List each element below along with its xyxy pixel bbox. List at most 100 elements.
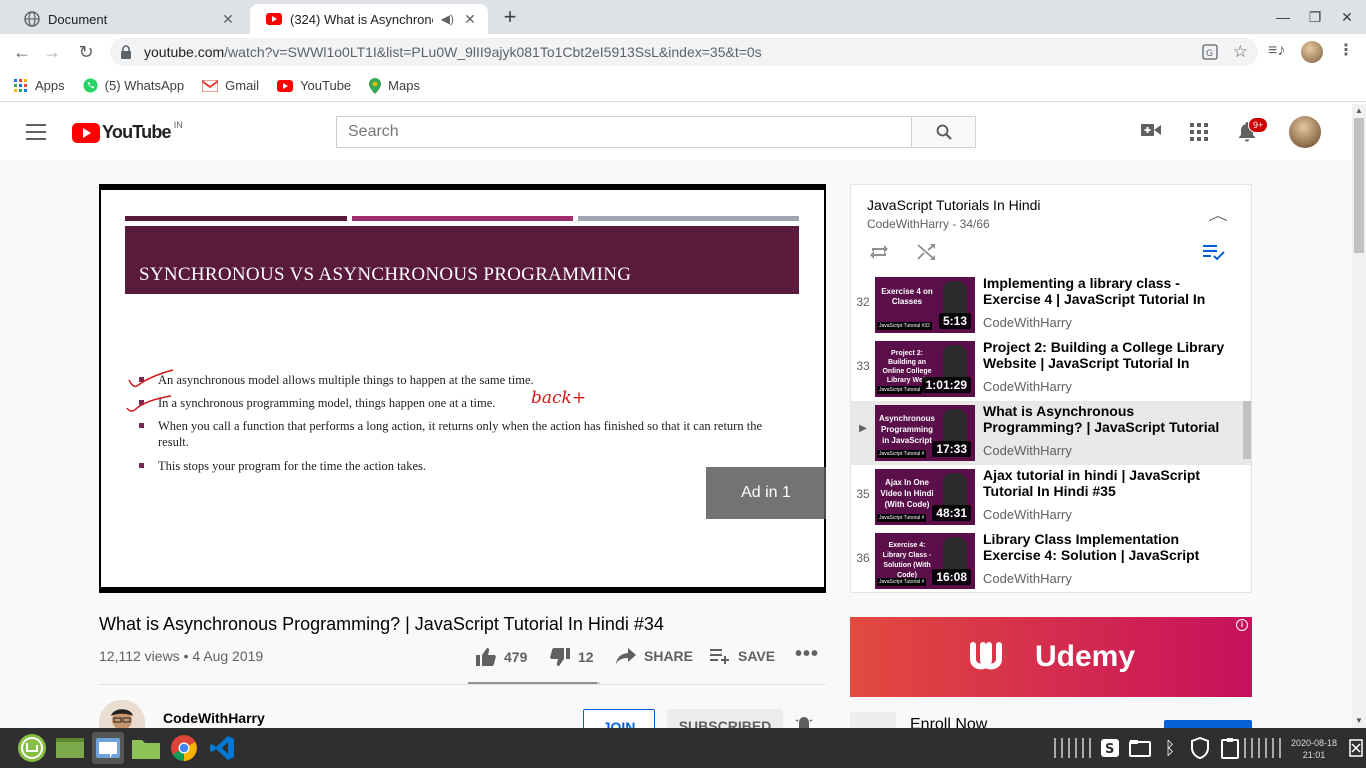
profile-avatar[interactable] — [1301, 41, 1323, 63]
save-playlist-icon[interactable] — [1203, 243, 1225, 266]
loop-icon[interactable] — [869, 243, 889, 266]
playlist-item[interactable]: 35 Ajax In One Video In Hindi (With Code… — [851, 465, 1251, 529]
account-avatar[interactable] — [1289, 116, 1321, 148]
search-icon — [936, 124, 952, 140]
collapse-chevron-icon[interactable]: ︿ — [1208, 205, 1228, 225]
bookmark-gmail[interactable]: Gmail — [202, 78, 259, 93]
save-button[interactable]: SAVE — [710, 648, 775, 664]
udemy-logo-icon — [969, 642, 1002, 670]
share-button[interactable]: SHARE — [616, 648, 693, 664]
shield-icon[interactable] — [1184, 732, 1216, 764]
ad-info-icon[interactable]: i — [1236, 619, 1248, 631]
file-manager-window-icon[interactable] — [92, 732, 124, 764]
playlist-item[interactable]: 33 Project 2: Building an Online College… — [851, 337, 1251, 401]
show-desktop-icon[interactable] — [54, 732, 86, 764]
playlist-item[interactable]: 32 Exercise 4 on Classes JavaScript Tuto… — [851, 273, 1251, 337]
network-icon[interactable] — [1346, 732, 1366, 764]
bookmark-youtube[interactable]: YouTube — [277, 78, 351, 93]
window-list-icon[interactable] — [1124, 732, 1156, 764]
speaker-icon[interactable]: ◀) — [441, 12, 454, 26]
minimize-icon[interactable]: — — [1271, 6, 1295, 28]
video-thumbnail[interactable]: Ajax In One Video In Hindi (With Code) J… — [875, 469, 975, 525]
hamburger-menu-icon[interactable] — [26, 124, 46, 140]
channel-name[interactable]: CodeWithHarry — [163, 710, 265, 726]
tab-document[interactable]: Document ✕ — [8, 4, 246, 34]
notification-count-badge: 9+ — [1248, 117, 1269, 133]
create-video-icon[interactable] — [1141, 122, 1161, 143]
search-input[interactable]: Search — [336, 116, 912, 148]
youtube-header: YouTube IN Search 9+ — [0, 104, 1352, 160]
media-control-icon[interactable]: ≡♪ — [1268, 42, 1285, 60]
bookmark-star-icon[interactable]: ☆ — [1233, 42, 1248, 62]
thumbnail-label: JavaScript Tutorial # — [877, 514, 927, 522]
thumbnail-label: JavaScript Tutorial — [877, 386, 923, 394]
playlist-subtitle: CodeWithHarry - 34/66 — [867, 217, 990, 231]
bookmark-whatsapp[interactable]: (5) WhatsApp — [83, 78, 184, 93]
browser-toolbar: ← → ↻ youtube.com/watch?v=SWWl1o0LT1I&li… — [0, 34, 1366, 70]
scroll-down-arrow-icon[interactable]: ▼ — [1355, 716, 1363, 725]
slide-title: SYNCHRONOUS VS ASYNCHRONOUS PROGRAMMING — [125, 226, 799, 294]
youtube-logo[interactable]: YouTube IN — [72, 120, 183, 143]
mint-menu-icon[interactable] — [16, 732, 48, 764]
search-button[interactable] — [911, 116, 976, 148]
apps-icon[interactable] — [1190, 123, 1208, 146]
playlist-items: 32 Exercise 4 on Classes JavaScript Tuto… — [851, 273, 1251, 593]
video-thumbnail[interactable]: Exercise 4: Library Class - Solution (Wi… — [875, 533, 975, 589]
video-duration: 1:01:29 — [921, 377, 971, 393]
playlist-item[interactable]: 36 Exercise 4: Library Class - Solution … — [851, 529, 1251, 593]
video-frame-slide: SYNCHRONOUS VS ASYNCHRONOUS PROGRAMMING … — [101, 190, 824, 587]
close-tab-icon[interactable]: ✕ — [220, 11, 236, 28]
translate-icon[interactable]: G — [1202, 44, 1218, 60]
vscode-icon[interactable] — [206, 732, 238, 764]
address-bar[interactable]: youtube.com/watch?v=SWWl1o0LT1I&list=PLu… — [110, 38, 1258, 66]
back-arrow-icon[interactable]: ← — [8, 38, 36, 66]
youtube-logo-icon — [72, 122, 100, 143]
more-options-icon[interactable]: ••• — [795, 643, 819, 666]
playlist-title[interactable]: JavaScript Tutorials In Hindi — [867, 197, 1041, 213]
bookmark-maps[interactable]: Maps — [369, 77, 420, 94]
svg-text:S: S — [1105, 742, 1114, 757]
skype-icon[interactable]: S — [1094, 732, 1126, 764]
folder-icon[interactable] — [130, 732, 162, 764]
restore-icon[interactable]: ❐ — [1303, 6, 1327, 28]
bookmark-label: YouTube — [300, 78, 352, 93]
playlist-panel: JavaScript Tutorials In Hindi CodeWithHa… — [850, 184, 1252, 593]
video-thumbnail[interactable]: Exercise 4 on Classes JavaScript Tutoria… — [875, 277, 975, 333]
like-button[interactable]: 479 — [476, 648, 527, 666]
close-window-icon[interactable]: ✕ — [1335, 6, 1359, 28]
shuffle-icon[interactable] — [917, 243, 937, 266]
playlist-item-current[interactable]: ▶ Asynchronous Programming in JavaScript… — [851, 401, 1251, 465]
video-thumbnail[interactable]: Asynchronous Programming in JavaScript J… — [875, 405, 975, 461]
clock[interactable]: 2020-08-18 21:01 — [1286, 737, 1342, 761]
clipboard-icon[interactable] — [1214, 732, 1246, 764]
new-tab-button[interactable]: + — [498, 4, 522, 30]
forward-arrow-icon[interactable]: → — [38, 38, 66, 66]
ad-countdown[interactable]: Ad in 1 — [706, 467, 826, 519]
scroll-up-arrow-icon[interactable]: ▲ — [1355, 106, 1363, 115]
slide-accent-bar — [352, 216, 573, 221]
chrome-icon[interactable] — [168, 732, 200, 764]
reload-icon[interactable]: ↻ — [72, 38, 100, 66]
url-text: youtube.com/watch?v=SWWl1o0LT1I&list=PLu… — [144, 44, 762, 60]
bookmark-apps[interactable]: Apps — [14, 78, 65, 93]
video-thumbnail[interactable]: Project 2: Building an Online College Li… — [875, 341, 975, 397]
ad-cta-button[interactable] — [1164, 720, 1252, 728]
page-scrollbar-thumb[interactable] — [1354, 118, 1364, 253]
thumbnail-caption: Exercise 4: Library Class - Solution (Wi… — [882, 542, 932, 579]
dislike-count: 12 — [578, 649, 594, 665]
playlist-item-channel: CodeWithHarry — [983, 507, 1072, 522]
playlist-scrollbar-thumb[interactable] — [1243, 401, 1251, 459]
thumbnail-label: JavaScript Tutorial # — [877, 450, 927, 458]
bookmark-label: Apps — [35, 78, 65, 93]
youtube-icon — [277, 79, 294, 92]
bookmark-label: Maps — [388, 78, 420, 93]
bluetooth-icon[interactable]: ᛒ — [1154, 732, 1186, 764]
tab-youtube-video[interactable]: (324) What is Asynchronou ◀) ✕ — [250, 4, 488, 34]
video-meta: 12,112 views • 4 Aug 2019 — [99, 648, 264, 664]
dislike-button[interactable]: 12 — [550, 648, 594, 666]
udemy-ad-banner[interactable]: Udemy i — [850, 617, 1252, 697]
share-arrow-icon — [616, 648, 636, 664]
menu-dots-icon[interactable]: ⋮ — [1338, 40, 1354, 60]
close-tab-icon[interactable]: ✕ — [462, 11, 478, 28]
ad-logo — [850, 712, 896, 728]
